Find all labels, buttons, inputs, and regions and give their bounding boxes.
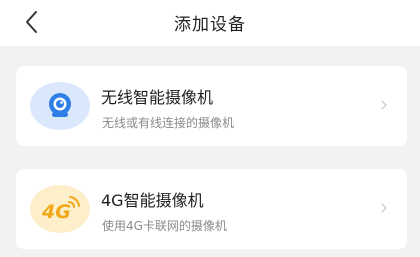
4g-camera-icon-badge: 4G bbox=[30, 185, 90, 233]
device-title: 4G智能摄像机 bbox=[101, 191, 204, 210]
device-subtitle: 无线或有线连接的摄像机 bbox=[102, 116, 235, 130]
page-title: 添加设备 bbox=[174, 15, 246, 35]
wireless-camera-icon-badge bbox=[30, 82, 90, 130]
device-subtitle: 使用4G卡联网的摄像机 bbox=[102, 219, 227, 233]
wireless-camera-icon bbox=[49, 93, 71, 117]
4g-camera-icon: 4G bbox=[41, 196, 80, 223]
device-title: 无线智能摄像机 bbox=[101, 88, 214, 107]
device-option-wireless-camera[interactable]: 无线智能摄像机 无线或有线连接的摄像机 bbox=[16, 66, 407, 146]
chevron-right-icon bbox=[381, 203, 387, 213]
4g-label: 4G bbox=[41, 201, 71, 223]
chevron-right-icon bbox=[381, 100, 387, 110]
device-option-4g-camera[interactable]: 4G 4G智能摄像机 使用4G卡联网的摄像机 bbox=[16, 169, 407, 249]
header-bar: 添加设备 bbox=[0, 0, 420, 46]
